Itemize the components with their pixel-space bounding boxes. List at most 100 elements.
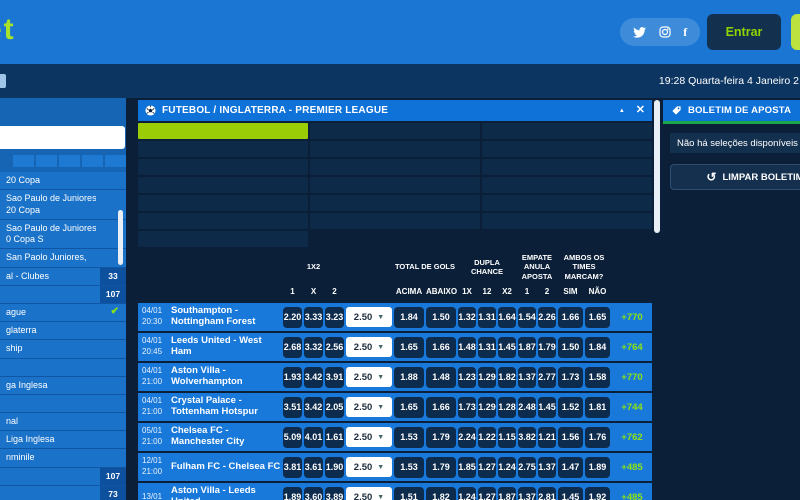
market-tab[interactable]: [482, 213, 652, 229]
odd-dc-1x[interactable]: 1.73: [458, 396, 476, 418]
clear-bet-slip-button[interactable]: ↺ LIMPAR BOLETIM: [670, 164, 800, 190]
odd-dc-x2[interactable]: 1.82: [498, 366, 516, 388]
odd-dc-x2[interactable]: 1.87: [498, 486, 516, 500]
goals-line-select[interactable]: 2.50 ▼: [346, 487, 392, 500]
odd-dc-x2[interactable]: 1.15: [498, 426, 516, 448]
odd-away[interactable]: 3.91: [325, 366, 344, 388]
league-list-item[interactable]: 73 ✔: [0, 485, 126, 500]
match-info[interactable]: 04/01 20:30 Southampton - Nottingham For…: [138, 306, 281, 328]
market-tab[interactable]: [138, 195, 308, 211]
close-icon[interactable]: ✕: [636, 105, 645, 116]
odd-btts-yes[interactable]: 1.73: [558, 366, 583, 388]
odd-home[interactable]: 2.68: [283, 336, 302, 358]
odd-dc-x2[interactable]: 1.64: [498, 306, 516, 328]
odd-away[interactable]: 3.89: [325, 486, 344, 500]
odd-under[interactable]: 1.82: [426, 486, 456, 500]
league-list-item[interactable]: ✔: [0, 358, 126, 377]
search-input[interactable]: [0, 132, 126, 143]
odd-draw[interactable]: 3.42: [304, 366, 323, 388]
odd-under[interactable]: 1.79: [426, 456, 456, 478]
odd-btts-no[interactable]: 1.92: [585, 486, 610, 500]
market-tab[interactable]: [310, 159, 480, 175]
odd-dnb-2[interactable]: 2.26: [538, 306, 556, 328]
day-tab[interactable]: [59, 155, 80, 167]
odd-dnb-1[interactable]: 2.48: [518, 396, 536, 418]
match-info[interactable]: 12/01 21:00 Fulham FC - Chelsea FC: [138, 456, 281, 478]
odd-btts-yes[interactable]: 1.50: [558, 336, 583, 358]
odd-dc-12[interactable]: 1.31: [478, 306, 496, 328]
odd-dnb-1[interactable]: 1.37: [518, 366, 536, 388]
league-list-item[interactable]: Liga Inglesa ✔: [0, 431, 126, 450]
odd-draw[interactable]: 3.32: [304, 336, 323, 358]
market-tab[interactable]: [482, 123, 652, 139]
odd-dc-12[interactable]: 1.27: [478, 456, 496, 478]
odd-btts-yes[interactable]: 1.52: [558, 396, 583, 418]
market-tab[interactable]: [310, 123, 480, 139]
match-info[interactable]: 04/01 21:00 Crystal Palace - Tottenham H…: [138, 396, 281, 418]
odd-draw[interactable]: 3.61: [304, 456, 323, 478]
odd-away[interactable]: 2.56: [325, 336, 344, 358]
odd-over[interactable]: 1.84: [394, 306, 424, 328]
odd-dc-1x[interactable]: 1.24: [458, 486, 476, 500]
market-tab[interactable]: [310, 195, 480, 211]
league-list-item[interactable]: nal ✔: [0, 412, 126, 431]
odd-over[interactable]: 1.53: [394, 426, 424, 448]
league-list-item[interactable]: ship ✔: [0, 340, 126, 359]
odd-dnb-2[interactable]: 1.45: [538, 396, 556, 418]
odd-btts-no[interactable]: 1.58: [585, 366, 610, 388]
more-markets-link[interactable]: +744: [612, 402, 652, 413]
odd-btts-yes[interactable]: 1.56: [558, 426, 583, 448]
odd-dc-12[interactable]: 1.29: [478, 366, 496, 388]
odd-under[interactable]: 1.79: [426, 426, 456, 448]
odd-under[interactable]: 1.66: [426, 336, 456, 358]
day-tab[interactable]: [105, 155, 126, 167]
market-tab[interactable]: [138, 213, 308, 229]
league-list-item[interactable]: ✔: [0, 394, 126, 413]
league-list-item[interactable]: glaterra ✔: [0, 322, 126, 341]
match-info[interactable]: 04/01 20:45 Leeds United - West Ham: [138, 336, 281, 358]
odd-draw[interactable]: 3.42: [304, 396, 323, 418]
match-info[interactable]: 04/01 21:00 Aston Villa - Wolverhampton: [138, 366, 281, 388]
odd-dc-1x[interactable]: 1.48: [458, 336, 476, 358]
odd-dc-1x[interactable]: 1.23: [458, 366, 476, 388]
more-markets-link[interactable]: +485: [612, 462, 652, 473]
market-tab[interactable]: [138, 231, 308, 247]
odd-dc-12[interactable]: 1.29: [478, 396, 496, 418]
odd-dnb-1[interactable]: 2.75: [518, 456, 536, 478]
odd-dc-1x[interactable]: 1.32: [458, 306, 476, 328]
market-tab[interactable]: [138, 123, 308, 139]
more-markets-link[interactable]: +764: [612, 342, 652, 353]
match-info[interactable]: 05/01 21:00 Chelsea FC - Manchester City: [138, 426, 281, 448]
league-list-item[interactable]: San Paolo Juniores, ✔: [0, 249, 126, 268]
odd-away[interactable]: 3.23: [325, 306, 344, 328]
league-list-item[interactable]: ague ✔: [0, 303, 126, 322]
day-tab[interactable]: [36, 155, 57, 167]
day-tab[interactable]: [13, 155, 34, 167]
odd-btts-no[interactable]: 1.65: [585, 306, 610, 328]
odd-over[interactable]: 1.53: [394, 456, 424, 478]
odd-under[interactable]: 1.66: [426, 396, 456, 418]
odd-dc-x2[interactable]: 1.28: [498, 396, 516, 418]
odd-over[interactable]: 1.65: [394, 396, 424, 418]
league-list-item[interactable]: al - Clubes 33 ✔: [0, 267, 126, 286]
odd-btts-no[interactable]: 1.84: [585, 336, 610, 358]
odd-away[interactable]: 1.90: [325, 456, 344, 478]
odd-over[interactable]: 1.65: [394, 336, 424, 358]
odd-dc-1x[interactable]: 1.85: [458, 456, 476, 478]
odd-dnb-2[interactable]: 1.21: [538, 426, 556, 448]
more-markets-link[interactable]: +762: [612, 432, 652, 443]
odd-dc-12[interactable]: 1.31: [478, 336, 496, 358]
odd-dnb-1[interactable]: 1.87: [518, 336, 536, 358]
instagram-icon[interactable]: [658, 26, 671, 38]
match-info[interactable]: 13/01 Aston Villa - Leeds United: [138, 486, 281, 500]
odd-btts-yes[interactable]: 1.45: [558, 486, 583, 500]
odd-under[interactable]: 1.48: [426, 366, 456, 388]
site-logo[interactable]: et: [0, 13, 16, 47]
market-tab[interactable]: [138, 177, 308, 193]
league-list-item[interactable]: Sao Paulo de Juniores, 20 Copa ✔: [0, 190, 126, 220]
market-tab[interactable]: [482, 141, 652, 157]
odd-dnb-2[interactable]: 1.37: [538, 456, 556, 478]
league-list-item[interactable]: nminile ✔: [0, 449, 126, 468]
odd-btts-no[interactable]: 1.76: [585, 426, 610, 448]
odd-home[interactable]: 2.20: [283, 306, 302, 328]
